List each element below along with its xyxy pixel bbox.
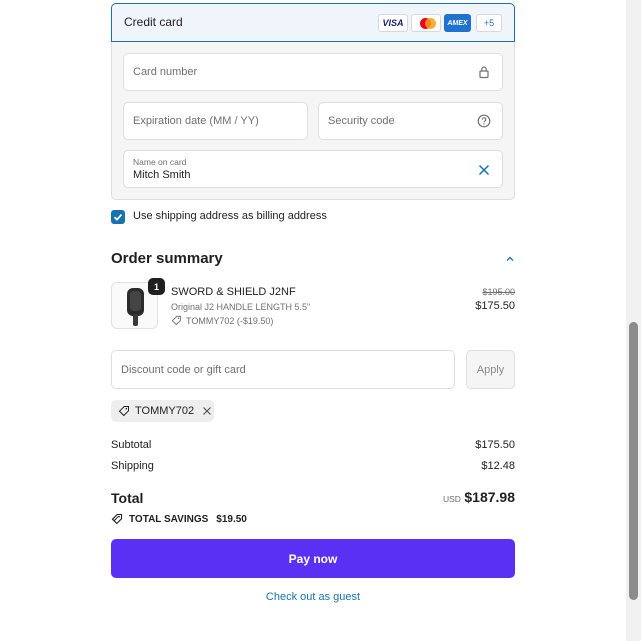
total-label: Total	[111, 490, 144, 506]
lock-icon	[479, 66, 489, 79]
name-on-card-value: Mitch Smith	[133, 169, 191, 181]
savings-value: $19.50	[216, 513, 247, 525]
more-cards-badge: +5	[476, 14, 502, 32]
order-summary-title: Order summary	[111, 250, 223, 267]
scrollbar-thumb[interactable]	[629, 322, 638, 600]
shipping-value: $12.48	[481, 460, 515, 472]
tag-icon	[118, 406, 129, 417]
billing-address-label: Use shipping address as billing address	[133, 210, 327, 222]
product-variant: Original J2 HANDLE LENGTH 5.5"	[171, 302, 311, 312]
name-on-card-label: Name on card	[133, 157, 187, 167]
savings-label: TOTAL SAVINGS	[129, 513, 209, 525]
tag-icon	[171, 315, 182, 326]
help-icon[interactable]	[477, 114, 491, 128]
credit-card-option[interactable]: Credit card VISA AMEX +5	[111, 3, 515, 42]
checkout-as-guest-link[interactable]: Check out as guest	[111, 591, 515, 603]
product-price: $175.50	[475, 300, 515, 312]
pay-now-button[interactable]: Pay now	[111, 539, 515, 578]
subtotal-label: Subtotal	[111, 439, 152, 451]
name-on-card-field[interactable]: Name on card Mitch Smith	[123, 150, 503, 188]
card-number-field[interactable]: Card number	[123, 53, 503, 91]
product-discount: TOMMY702 (-$19.50)	[171, 315, 273, 326]
product-original-price: $195.00	[482, 287, 515, 297]
card-number-placeholder: Card number	[133, 66, 198, 78]
total-amount: $187.98	[464, 489, 515, 505]
shipping-label: Shipping	[111, 460, 154, 472]
product-discount-text: TOMMY702 (-$19.50)	[186, 315, 274, 326]
discount-code-field[interactable]	[111, 350, 455, 389]
discount-code-input[interactable]	[112, 351, 454, 388]
savings-tag-icon	[111, 513, 123, 525]
expiration-placeholder: Expiration date (MM / YY)	[133, 115, 259, 127]
applied-discount-code: TOMMY702	[135, 405, 195, 417]
billing-address-checkbox[interactable]	[111, 210, 125, 224]
visa-icon: VISA	[378, 14, 408, 32]
total-currency: USD	[443, 494, 461, 504]
payment-method-label: Credit card	[124, 15, 183, 29]
subtotal-value: $175.50	[475, 439, 515, 451]
total-savings: TOTAL SAVINGS $19.50	[111, 513, 247, 525]
security-code-field[interactable]: Security code	[318, 102, 503, 140]
remove-discount-icon[interactable]	[202, 406, 212, 416]
clear-icon[interactable]	[477, 163, 491, 177]
product-name: SWORD & SHIELD J2NF	[171, 286, 296, 298]
security-code-placeholder: Security code	[328, 115, 395, 127]
checkmark-icon	[113, 214, 123, 221]
expiration-date-field[interactable]: Expiration date (MM / YY)	[123, 102, 308, 140]
apply-button[interactable]: Apply	[466, 350, 515, 389]
amex-icon: AMEX	[444, 14, 471, 32]
mastercard-icon	[411, 14, 441, 32]
applied-discount-chip: TOMMY702	[111, 400, 214, 422]
chevron-up-icon[interactable]	[504, 253, 516, 265]
quantity-badge: 1	[148, 278, 165, 295]
